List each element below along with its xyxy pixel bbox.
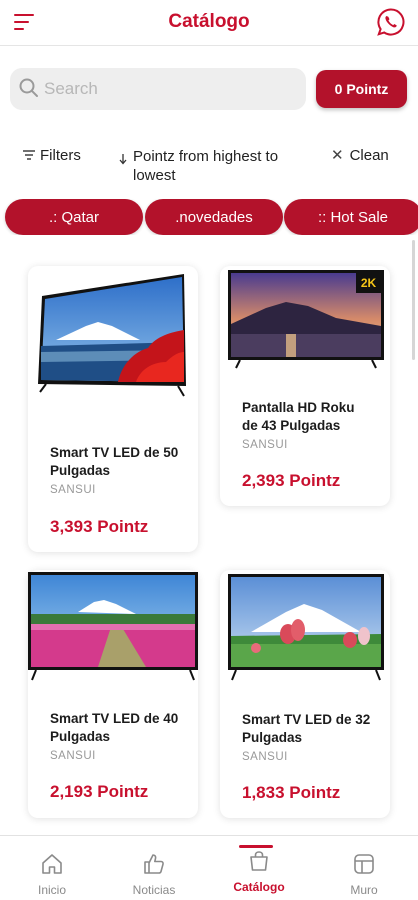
product-card[interactable]: Smart TV LED de 50 Pulgadas SANSUI 3,393…: [28, 266, 198, 552]
product-card[interactable]: Smart TV LED de 40 Pulgadas SANSUI 2,193…: [28, 570, 198, 818]
nav-label: Catálogo: [233, 880, 285, 894]
category-chips: .: Qatar .novedades :: Hot Sale: [0, 199, 418, 235]
product-brand: SANSUI: [242, 439, 288, 451]
pointz-balance-button[interactable]: 0 Pointz: [316, 70, 407, 108]
search-input[interactable]: [44, 68, 294, 110]
nav-label: Noticias: [132, 883, 176, 897]
product-card[interactable]: Smart TV LED de 32 Pulgadas SANSUI 1,833…: [220, 570, 390, 818]
category-chip-novedades[interactable]: .novedades: [145, 199, 283, 235]
badge-2k: 2K: [361, 276, 377, 290]
filters-button[interactable]: Filters: [22, 145, 81, 165]
nav-label: Muro: [350, 883, 378, 897]
scrollbar[interactable]: [412, 240, 415, 360]
product-card[interactable]: 2K Pantalla HD Roku de 43 Pulgadas SANSU…: [220, 266, 390, 506]
layout-icon: [354, 854, 374, 874]
product-image: [38, 274, 186, 397]
filter-icon: [23, 150, 35, 160]
bottom-navigation: Inicio Noticias Catálogo Muro: [0, 835, 418, 900]
nav-label: Inicio: [37, 883, 66, 897]
product-name: Pantalla HD Roku de 43 Pulgadas: [242, 400, 355, 433]
arrow-down-icon: [119, 154, 127, 165]
close-icon: ✕: [331, 147, 344, 164]
whatsapp-icon[interactable]: [376, 7, 406, 37]
product-name: Smart TV LED de 40 Pulgadas: [50, 711, 179, 744]
product-image: 2K: [228, 270, 384, 369]
clean-label: Clean: [349, 146, 389, 164]
product-image: [228, 574, 384, 681]
product-price: 3,393 Pointz: [50, 517, 149, 536]
search-icon: [19, 78, 38, 97]
nav-item-catalogo[interactable]: Catálogo: [207, 836, 311, 900]
app-header: Catálogo: [0, 0, 418, 46]
product-image: [28, 572, 198, 681]
sort-label: Pointz from highest to lowest: [133, 148, 279, 184]
category-chip-hot-sale[interactable]: :: Hot Sale: [284, 199, 418, 235]
nav-item-inicio[interactable]: Inicio: [0, 836, 104, 900]
product-name: Smart TV LED de 32 Pulgadas: [242, 712, 371, 745]
home-icon: [42, 854, 62, 874]
product-price: 1,833 Pointz: [242, 783, 341, 802]
product-brand: SANSUI: [242, 751, 288, 763]
page-title: Catálogo: [168, 11, 250, 32]
clean-filters-button[interactable]: ✕ Clean: [331, 145, 389, 165]
nav-item-noticias[interactable]: Noticias: [102, 836, 206, 900]
product-price: 2,193 Pointz: [50, 782, 149, 801]
thumbs-up-icon: [144, 854, 164, 874]
shopping-bag-icon: [250, 851, 268, 871]
search-box: [10, 68, 306, 110]
product-brand: SANSUI: [50, 750, 96, 762]
product-name: Smart TV LED de 50 Pulgadas: [50, 445, 179, 478]
product-price: 2,393 Pointz: [242, 471, 341, 490]
category-chip-qatar[interactable]: .: Qatar: [5, 199, 143, 235]
product-brand: SANSUI: [50, 484, 96, 496]
nav-item-muro[interactable]: Muro: [312, 836, 416, 900]
active-indicator: [239, 845, 273, 848]
filters-label: Filters: [40, 146, 81, 164]
sort-button[interactable]: Pointz from highest to lowest: [118, 147, 293, 185]
